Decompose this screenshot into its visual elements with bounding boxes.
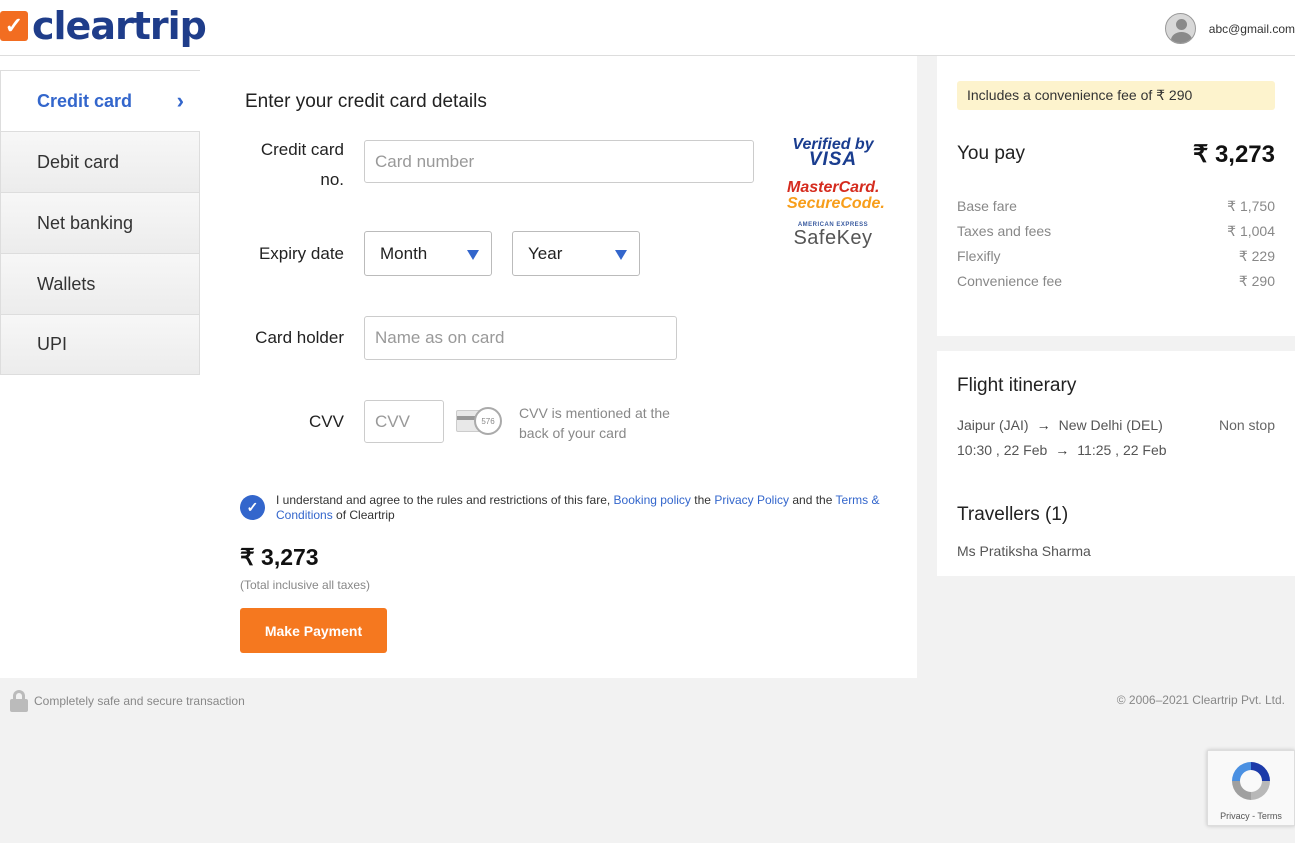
privacy-policy-link[interactable]: Privacy Policy <box>714 493 789 507</box>
month-value: Month <box>380 243 428 263</box>
arrow-right-icon: → <box>1055 442 1070 458</box>
mc-top: MasterCard. <box>787 179 880 196</box>
verified-by-visa-logo: Verified by VISA <box>787 137 879 170</box>
visa-bottom: VISA <box>808 149 858 170</box>
convenience-fee-note: Includes a convenience fee of ₹ 290 <box>957 81 1275 110</box>
agreement-text: I understand and agree to the rules and … <box>276 493 900 523</box>
destination: New Delhi (DEL) <box>1058 417 1163 433</box>
stops-info: Non stop <box>1218 417 1275 433</box>
travellers-title: Travellers (1) <box>957 504 1069 525</box>
card-holder-label: Card holder <box>255 328 344 347</box>
tab-net-banking[interactable]: Net banking <box>0 192 200 253</box>
user-menu[interactable]: abc@gmail.com <box>1164 13 1295 44</box>
lock-icon <box>10 690 28 712</box>
cvv-circle: 576 <box>474 407 502 435</box>
card-number-placeholder: Card number <box>375 151 475 171</box>
flight-itinerary: Flight itinerary Jaipur (JAI) → New Delh… <box>937 351 1295 576</box>
cvv-label: CVV <box>309 412 344 431</box>
total-amount: ₹ 3,273 <box>240 544 319 570</box>
card-number-label: Credit card no. <box>240 135 344 195</box>
agreement-text-3: and the <box>792 493 833 507</box>
tab-upi[interactable]: UPI <box>0 314 200 375</box>
you-pay-amount: ₹ 3,273 <box>1193 141 1275 168</box>
card-number-input[interactable]: Card number <box>364 140 754 183</box>
fare-value: ₹ 1,750 <box>1227 198 1275 214</box>
card-holder-placeholder: Name as on card <box>375 328 505 347</box>
tab-wallets[interactable]: Wallets <box>0 253 200 314</box>
traveller-name: Ms Pratiksha Sharma <box>957 543 1091 559</box>
fare-row: Convenience fee ₹ 290 <box>957 273 1275 298</box>
year-select[interactable]: Year <box>512 231 640 276</box>
cvv-input[interactable]: CVV <box>364 400 444 443</box>
copyright: © 2006–2021 Cleartrip Pvt. Ltd. <box>1116 693 1285 707</box>
month-select[interactable]: Month <box>364 231 492 276</box>
flight-times: 10:30 , 22 Feb → 11:25 , 22 Feb <box>957 442 1167 458</box>
dropdown-arrow-icon <box>467 250 479 260</box>
fare-label: Taxes and fees <box>957 223 1052 239</box>
fare-summary: Includes a convenience fee of ₹ 290 You … <box>937 56 1295 336</box>
card-number-label-line2: no. <box>320 170 344 189</box>
fare-row: Flexifly ₹ 229 <box>957 248 1275 273</box>
dropdown-arrow-icon <box>615 250 627 260</box>
expiry-label: Expiry date <box>258 244 344 263</box>
terms-agreement: ✓ I understand and agree to the rules an… <box>240 493 900 523</box>
cvv-placeholder: CVV <box>375 411 410 431</box>
make-payment-button[interactable]: Make Payment <box>240 608 387 653</box>
amex-safekey-logo: AMERICAN EXPRESS SafeKey <box>787 222 879 248</box>
recaptcha-badge[interactable]: Privacy - Terms <box>1207 750 1295 826</box>
card-number-label-line1: Credit card <box>260 140 344 159</box>
security-badges: Verified by VISA MasterCard. SecureCode.… <box>787 137 885 249</box>
fare-breakdown: Base fare ₹ 1,750 Taxes and fees ₹ 1,004… <box>957 198 1275 298</box>
checkmark-icon: ✓ <box>0 11 28 41</box>
tab-debit-card[interactable]: Debit card <box>0 131 200 192</box>
fare-value: ₹ 290 <box>1238 273 1275 289</box>
fare-value: ₹ 1,004 <box>1227 223 1275 239</box>
user-email: abc@gmail.com <box>1208 21 1295 36</box>
secure-text: Completely safe and secure transaction <box>34 694 245 708</box>
you-pay-label: You pay <box>957 143 1025 164</box>
cvv-card-icon: 576 <box>456 407 504 435</box>
tab-label: Net banking <box>37 212 134 233</box>
fare-row: Base fare ₹ 1,750 <box>957 198 1275 223</box>
safekey-bottom: SafeKey <box>793 227 873 249</box>
cvv-hint: CVV is mentioned at the back of your car… <box>519 405 670 441</box>
agreement-text-2: the <box>694 493 711 507</box>
tab-label: Wallets <box>37 273 96 294</box>
cleartrip-logo[interactable]: ✓ cleartrip <box>0 4 207 48</box>
payment-method-tabs: Credit card › Debit card Net banking Wal… <box>0 70 200 375</box>
secure-transaction-note: Completely safe and secure transaction <box>10 690 245 712</box>
recaptcha-icon <box>1232 762 1270 800</box>
total-subtext: (Total inclusive all taxes) <box>240 578 371 592</box>
fare-label: Flexifly <box>957 248 1001 264</box>
year-value: Year <box>528 243 563 263</box>
fare-row: Taxes and fees ₹ 1,004 <box>957 223 1275 248</box>
fare-label: Convenience fee <box>957 273 1063 289</box>
logo-text: cleartrip <box>32 4 207 48</box>
mastercard-securecode-logo: MasterCard. SecureCode. <box>787 179 885 212</box>
itinerary-title: Flight itinerary <box>957 375 1077 396</box>
recaptcha-links[interactable]: Privacy - Terms <box>1208 811 1294 821</box>
agreement-text-4: of Cleartrip <box>336 508 395 522</box>
agree-checkbox[interactable]: ✓ <box>240 495 265 520</box>
mc-bottom: SecureCode. <box>787 195 885 212</box>
arrow-right-icon: → <box>1036 417 1051 433</box>
card-holder-input[interactable]: Name as on card <box>364 316 677 360</box>
agreement-text-1: I understand and agree to the rules and … <box>276 493 611 507</box>
origin: Jaipur (JAI) <box>957 417 1029 433</box>
flight-route: Jaipur (JAI) → New Delhi (DEL) <box>957 417 1163 433</box>
payment-panel: Credit card › Debit card Net banking Wal… <box>0 56 917 678</box>
chevron-right-icon: › <box>176 88 184 113</box>
tab-label: Credit card <box>37 90 133 111</box>
departure-time: 10:30 , 22 Feb <box>957 442 1048 458</box>
booking-policy-link[interactable]: Booking policy <box>614 493 691 507</box>
tab-label: Debit card <box>37 151 120 172</box>
arrival-time: 11:25 , 22 Feb <box>1077 442 1167 458</box>
tab-credit-card[interactable]: Credit card › <box>0 70 200 131</box>
fare-label: Base fare <box>957 198 1017 214</box>
fare-value: ₹ 229 <box>1238 248 1275 264</box>
form-title: Enter your credit card details <box>245 91 487 112</box>
tab-label: UPI <box>37 334 68 354</box>
header: ✓ cleartrip abc@gmail.com <box>0 0 1295 56</box>
avatar-icon <box>1164 13 1196 44</box>
